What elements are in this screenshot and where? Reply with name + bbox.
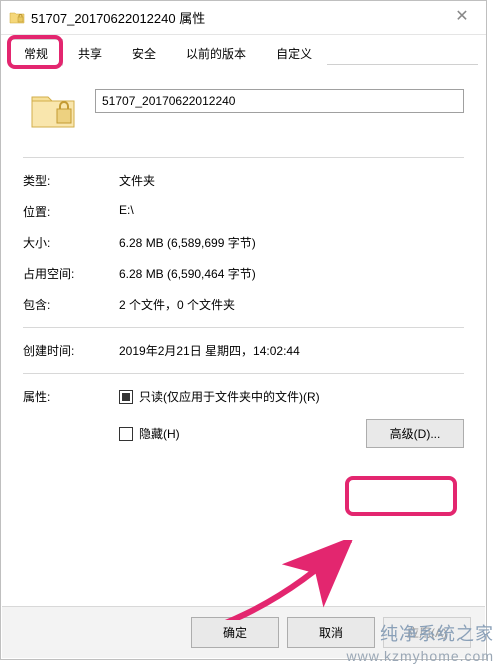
- location-value: E:\: [119, 203, 464, 220]
- contains-label: 包含:: [23, 296, 119, 313]
- size-value: 6.28 MB (6,589,699 字节): [119, 234, 464, 251]
- type-value: 文件夹: [119, 172, 464, 189]
- tab-strip: 常规 共享 安全 以前的版本 自定义: [1, 35, 486, 65]
- tab-security[interactable]: 安全: [117, 39, 171, 65]
- titlebar: 51707_20170622012240 属性 ✕: [1, 1, 486, 35]
- attributes-label: 属性:: [23, 388, 119, 405]
- dialog-button-bar: 确定 取消 应用(A): [2, 606, 485, 658]
- created-label: 创建时间:: [23, 342, 119, 359]
- created-value: 2019年2月21日 星期四，14:02:44: [119, 342, 464, 359]
- tab-content: 类型:文件夹 位置:E:\ 大小:6.28 MB (6,589,699 字节) …: [1, 65, 486, 472]
- contains-value: 2 个文件，0 个文件夹: [119, 296, 464, 313]
- window-title: 51707_20170622012240 属性: [31, 8, 442, 27]
- apply-button[interactable]: 应用(A): [383, 617, 471, 648]
- size-on-disk-value: 6.28 MB (6,590,464 字节): [119, 265, 464, 282]
- tab-general[interactable]: 常规: [9, 39, 63, 66]
- readonly-label: 只读(仅应用于文件夹中的文件)(R): [139, 388, 320, 405]
- ok-button[interactable]: 确定: [191, 617, 279, 648]
- folder-name-input[interactable]: [95, 89, 464, 113]
- properties-dialog: 51707_20170622012240 属性 ✕ 常规 共享 安全 以前的版本…: [0, 0, 487, 660]
- tab-custom[interactable]: 自定义: [261, 39, 327, 65]
- location-label: 位置:: [23, 203, 119, 220]
- advanced-button[interactable]: 高级(D)...: [366, 419, 464, 448]
- readonly-checkbox[interactable]: [119, 390, 133, 404]
- size-on-disk-label: 占用空间:: [23, 265, 119, 282]
- size-label: 大小:: [23, 234, 119, 251]
- hidden-label: 隐藏(H): [139, 425, 180, 442]
- annotation-highlight-advanced: [345, 476, 457, 516]
- cancel-button[interactable]: 取消: [287, 617, 375, 648]
- hidden-checkbox[interactable]: [119, 427, 133, 441]
- folder-lock-icon: [9, 10, 25, 26]
- folder-large-icon: [29, 87, 77, 135]
- close-button[interactable]: ✕: [442, 2, 482, 30]
- type-label: 类型:: [23, 172, 119, 189]
- tab-previous-versions[interactable]: 以前的版本: [171, 39, 261, 65]
- tab-share[interactable]: 共享: [63, 39, 117, 65]
